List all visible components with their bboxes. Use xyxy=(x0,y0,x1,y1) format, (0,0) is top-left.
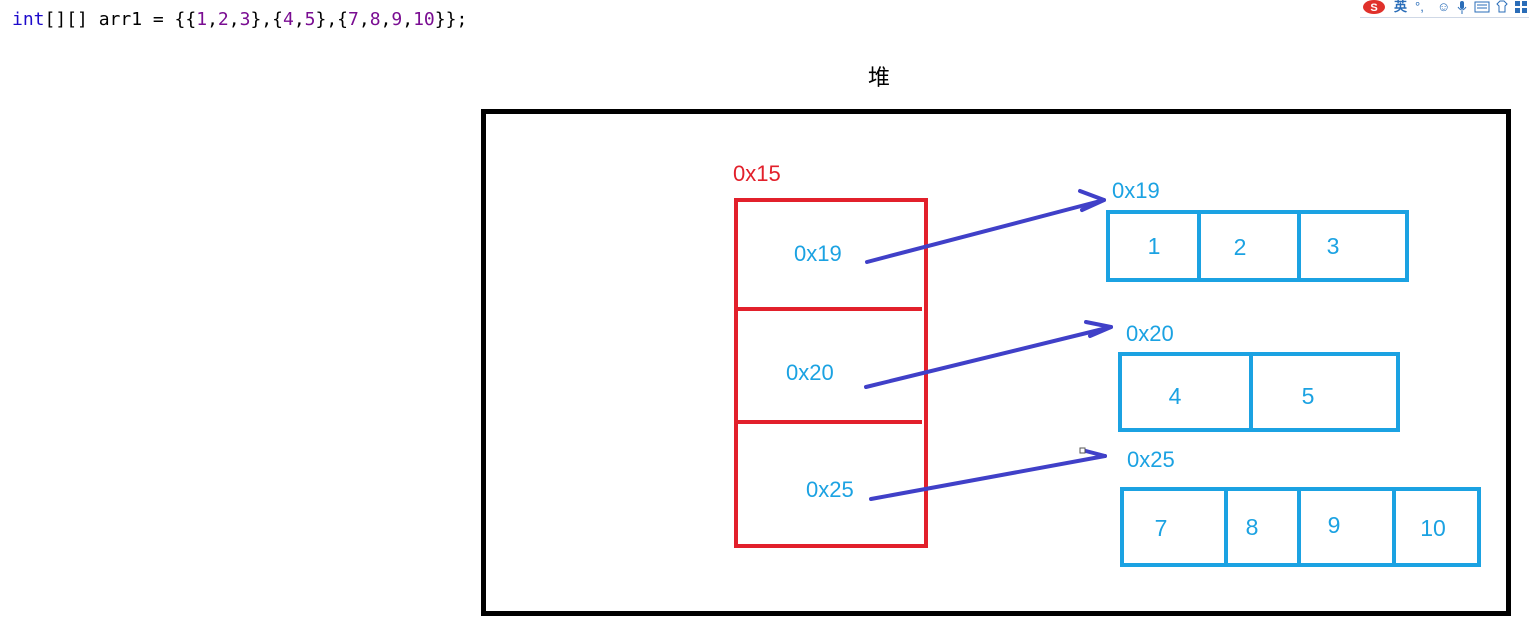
diagram-canvas xyxy=(734,189,1481,567)
outer-cell-ref-2: 0x25 xyxy=(806,477,854,502)
pointer-arrow-1 xyxy=(864,320,1113,389)
array-element: 1 xyxy=(1147,233,1161,259)
array-element: 9 xyxy=(1327,512,1341,538)
inner-array-address-2: 0x25 xyxy=(1127,447,1175,472)
arrow-shaft xyxy=(865,198,1106,264)
array-element: 3 xyxy=(1326,233,1340,259)
outer-array-address: 0x15 xyxy=(733,161,781,186)
outer-cell-ref-0: 0x19 xyxy=(794,241,842,266)
array-element: 8 xyxy=(1245,514,1259,540)
array-element: 4 xyxy=(1168,383,1182,409)
array-element: 5 xyxy=(1301,383,1315,409)
array-element: 7 xyxy=(1154,515,1168,541)
arrow-handle xyxy=(1079,447,1086,454)
pointer-arrow-2 xyxy=(869,447,1107,501)
inner-array-address-1: 0x20 xyxy=(1126,321,1174,346)
array-element: 10 xyxy=(1420,515,1446,541)
outer-cell-ref-1: 0x20 xyxy=(786,360,834,385)
arrow-shaft xyxy=(864,325,1113,389)
arrow-head xyxy=(1078,189,1106,212)
array-element: 2 xyxy=(1233,234,1247,260)
inner-array-address-0: 0x19 xyxy=(1112,178,1160,203)
arrow-shaft xyxy=(869,454,1107,501)
